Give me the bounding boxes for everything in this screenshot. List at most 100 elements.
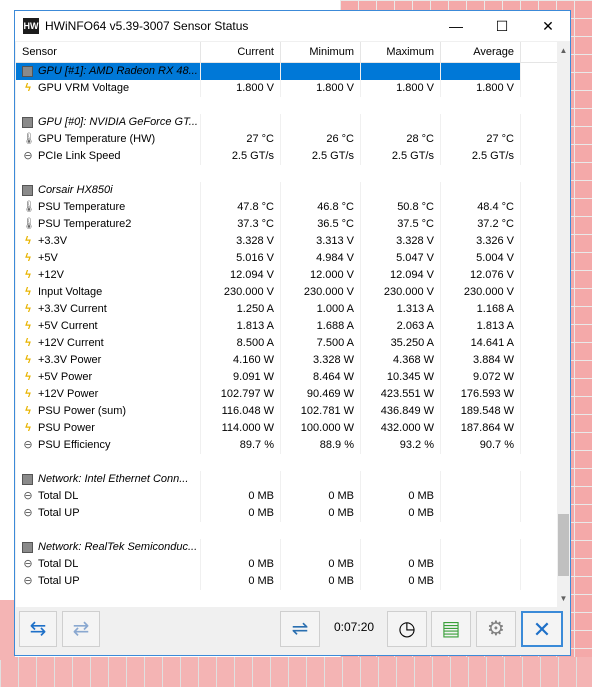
current-value: 116.048 W	[201, 403, 281, 420]
close-button[interactable]: ✕	[521, 611, 563, 647]
chip-icon	[22, 185, 33, 196]
current-value: 47.8 °C	[201, 199, 281, 216]
table-row[interactable]: ϟ +12V Current 8.500 A 7.500 A 35.250 A 14.64…	[16, 335, 521, 352]
sensor-name-cell: ϟ +3.3V	[16, 233, 201, 250]
sensor-name: +12V Power	[38, 388, 99, 400]
table-row[interactable]: ϟ +3.3V Current 1.250 A 1.000 A 1.313 A 1.168…	[16, 301, 521, 318]
table-row[interactable]: 🌡 PSU Temperature2 37.3 °C 36.5 °C 37.5 °C 37…	[16, 216, 521, 233]
sensor-name: +3.3V	[38, 235, 68, 247]
maximum-value: 50.8 °C	[361, 199, 441, 216]
maximum-value: 4.368 W	[361, 352, 441, 369]
scrollbar-thumb[interactable]	[558, 514, 569, 576]
maximize-button[interactable]: ☐	[479, 11, 525, 41]
average-value: 37.2 °C	[441, 216, 521, 233]
table-row[interactable]: ϟ +12V 12.094 V 12.000 V 12.094 V 12.076 V	[16, 267, 521, 284]
circle-icon: ⊖	[23, 490, 33, 502]
navigate-back-button[interactable]: ⇆	[19, 611, 57, 647]
close-x-icon: ✕	[532, 617, 552, 642]
sensor-name-cell: 🌡 GPU Temperature (HW)	[16, 131, 201, 148]
chip-icon	[22, 66, 33, 77]
sensor-group-row[interactable]: Corsair HX850i	[16, 182, 521, 199]
navigate-forward-button[interactable]: ⇄	[62, 611, 100, 647]
vertical-scrollbar[interactable]: ▲ ▼	[557, 42, 570, 607]
minimum-value: 1.800 V	[281, 80, 361, 97]
scroll-up-arrow-icon[interactable]: ▲	[557, 42, 570, 59]
sensor-group-row[interactable]: Network: RealTek Semiconduc...	[16, 539, 521, 556]
current-value: 3.328 V	[201, 233, 281, 250]
column-header-maximum[interactable]: Maximum	[361, 42, 441, 62]
table-row[interactable]: ϟ PSU Power (sum) 116.048 W 102.781 W 436.84…	[16, 403, 521, 420]
table-row[interactable]: ϟ +3.3V 3.328 V 3.313 V 3.328 V 3.326 V	[16, 233, 521, 250]
maximum-value: 0 MB	[361, 505, 441, 522]
table-row[interactable]: ϟ +12V Power 102.797 W 90.469 W 423.551 W 176…	[16, 386, 521, 403]
sensor-group-row[interactable]: Network: Intel Ethernet Conn...	[16, 471, 521, 488]
sensor-name: Total UP	[38, 575, 80, 587]
sensor-name-cell: ⊖ Total DL	[16, 488, 201, 505]
table-row[interactable]: ϟ PSU Power 114.000 W 100.000 W 432.000 W 187…	[16, 420, 521, 437]
column-header-minimum[interactable]: Minimum	[281, 42, 361, 62]
maximum-value: 3.328 V	[361, 233, 441, 250]
table-header: Sensor Current Minimum Maximum Average	[16, 42, 557, 63]
table-row[interactable]: ⊖ PSU Efficiency 89.7 % 88.9 % 93.2 % 90.7 %	[16, 437, 521, 454]
current-value: 230.000 V	[201, 284, 281, 301]
maximum-value: 0 MB	[361, 488, 441, 505]
table-row[interactable]: ϟ +5V 5.016 V 4.984 V 5.047 V 5.004 V	[16, 250, 521, 267]
column-header-average[interactable]: Average	[441, 42, 521, 62]
table-row[interactable]: ϟ +3.3V Power 4.160 W 3.328 W 4.368 W 3.884 W	[16, 352, 521, 369]
average-value: 176.593 W	[441, 386, 521, 403]
reset-clock-button[interactable]: ◷	[387, 611, 427, 647]
current-value: 89.7 %	[201, 437, 281, 454]
column-header-sensor[interactable]: Sensor	[16, 42, 201, 62]
background-graph-bottom	[0, 657, 592, 687]
minimize-button[interactable]: —	[433, 11, 479, 41]
table-row[interactable]: 🌡 GPU Temperature (HW) 27 °C 26 °C 28 °C 27 °…	[16, 131, 521, 148]
sensor-name: PCIe Link Speed	[38, 150, 121, 162]
table-row[interactable]: ϟ GPU VRM Voltage 1.800 V 1.800 V 1.800 V 1.8…	[16, 80, 521, 97]
chip-icon	[22, 474, 33, 485]
maximum-value: 2.063 A	[361, 318, 441, 335]
average-value: 48.4 °C	[441, 199, 521, 216]
table-row[interactable]: ⊖ PCIe Link Speed 2.5 GT/s 2.5 GT/s 2.5 GT/s…	[16, 148, 521, 165]
title-bar[interactable]: HW HWiNFO64 v5.39-3007 Sensor Status — ☐…	[15, 11, 570, 41]
average-value: 3.884 W	[441, 352, 521, 369]
table-row[interactable]: ϟ Input Voltage 230.000 V 230.000 V 230.000 …	[16, 284, 521, 301]
elapsed-timer: 0:07:20	[334, 620, 375, 634]
sensor-name: +3.3V Current	[38, 303, 107, 315]
table-row[interactable]: ⊖ Total UP 0 MB 0 MB 0 MB	[16, 573, 521, 590]
table-row[interactable]: ⊖ Total DL 0 MB 0 MB 0 MB	[16, 556, 521, 573]
empty-cell	[441, 114, 521, 131]
sensor-group-row[interactable]: GPU [#0]: NVIDIA GeForce GT...	[16, 114, 521, 131]
sensor-group-row[interactable]: GPU [#1]: AMD Radeon RX 48...	[16, 63, 521, 80]
average-value	[441, 488, 521, 505]
average-value: 9.072 W	[441, 369, 521, 386]
network-button[interactable]: ⇌	[280, 611, 320, 647]
current-value: 9.091 W	[201, 369, 281, 386]
current-value: 1.250 A	[201, 301, 281, 318]
empty-cell	[281, 63, 361, 80]
table-row[interactable]: ϟ +5V Power 9.091 W 8.464 W 10.345 W 9.072 W	[16, 369, 521, 386]
close-window-button[interactable]: ✕	[525, 11, 571, 41]
table-row[interactable]: ⊖ Total DL 0 MB 0 MB 0 MB	[16, 488, 521, 505]
minimum-value: 90.469 W	[281, 386, 361, 403]
minimum-value: 230.000 V	[281, 284, 361, 301]
column-header-current[interactable]: Current	[201, 42, 281, 62]
table-row[interactable]: ⊖ Total UP 0 MB 0 MB 0 MB	[16, 505, 521, 522]
empty-cell	[361, 539, 441, 556]
table-row[interactable]: 🌡 PSU Temperature 47.8 °C 46.8 °C 50.8 °C 48.…	[16, 199, 521, 216]
table-row[interactable]: ϟ +5V Current 1.813 A 1.688 A 2.063 A 1.813 A	[16, 318, 521, 335]
sensor-name: Input Voltage	[38, 286, 103, 298]
average-value: 12.076 V	[441, 267, 521, 284]
current-value: 0 MB	[201, 505, 281, 522]
maximum-value: 1.313 A	[361, 301, 441, 318]
thermometer-icon: 🌡	[22, 133, 36, 145]
spacer-row	[16, 97, 521, 114]
arrows-right-left-icon: ⇄	[72, 618, 90, 640]
logging-button[interactable]: ▤	[431, 611, 471, 647]
circle-icon: ⊖	[23, 558, 33, 570]
minimum-value: 36.5 °C	[281, 216, 361, 233]
scroll-down-arrow-icon[interactable]: ▼	[557, 590, 570, 607]
sensor-name: +12V Current	[38, 337, 104, 349]
settings-button[interactable]: ⚙	[476, 611, 516, 647]
maximum-value: 5.047 V	[361, 250, 441, 267]
empty-cell	[201, 114, 281, 131]
